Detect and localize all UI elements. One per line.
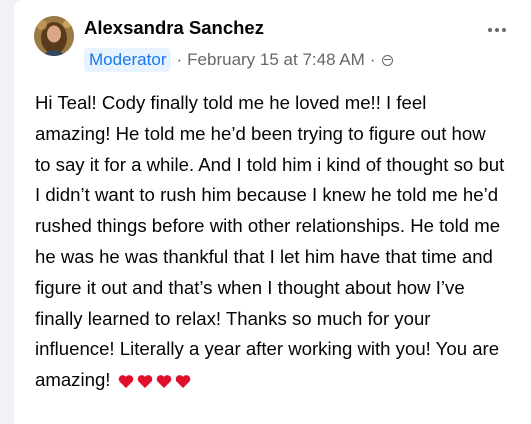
post-meta: Moderator · February 15 at 7:48 AM · — [84, 48, 394, 72]
meta-separator: · — [176, 50, 183, 69]
red-heart-icon — [156, 375, 172, 389]
heart-emoji-group — [118, 366, 191, 397]
avatar-image — [34, 16, 74, 56]
avatar[interactable] — [34, 16, 74, 56]
meta-separator: · — [369, 50, 376, 69]
red-heart-icon — [175, 375, 191, 389]
public-globe-icon[interactable] — [382, 54, 394, 66]
more-dot — [502, 28, 506, 32]
more-dot — [495, 28, 499, 32]
more-options-icon[interactable] — [485, 22, 509, 38]
post-body: Hi Teal! Cody finally told me he loved m… — [35, 88, 505, 397]
moderator-badge[interactable]: Moderator — [84, 48, 172, 72]
post-text: Hi Teal! Cody finally told me he loved m… — [35, 92, 505, 391]
post-card: Alexsandra Sanchez Moderator · February … — [14, 0, 531, 424]
red-heart-icon — [118, 375, 133, 389]
more-dot — [488, 28, 492, 32]
red-heart-icon — [137, 375, 153, 389]
post-timestamp[interactable]: February 15 at 7:48 AM — [187, 50, 365, 70]
author-name[interactable]: Alexsandra Sanchez — [84, 17, 264, 39]
